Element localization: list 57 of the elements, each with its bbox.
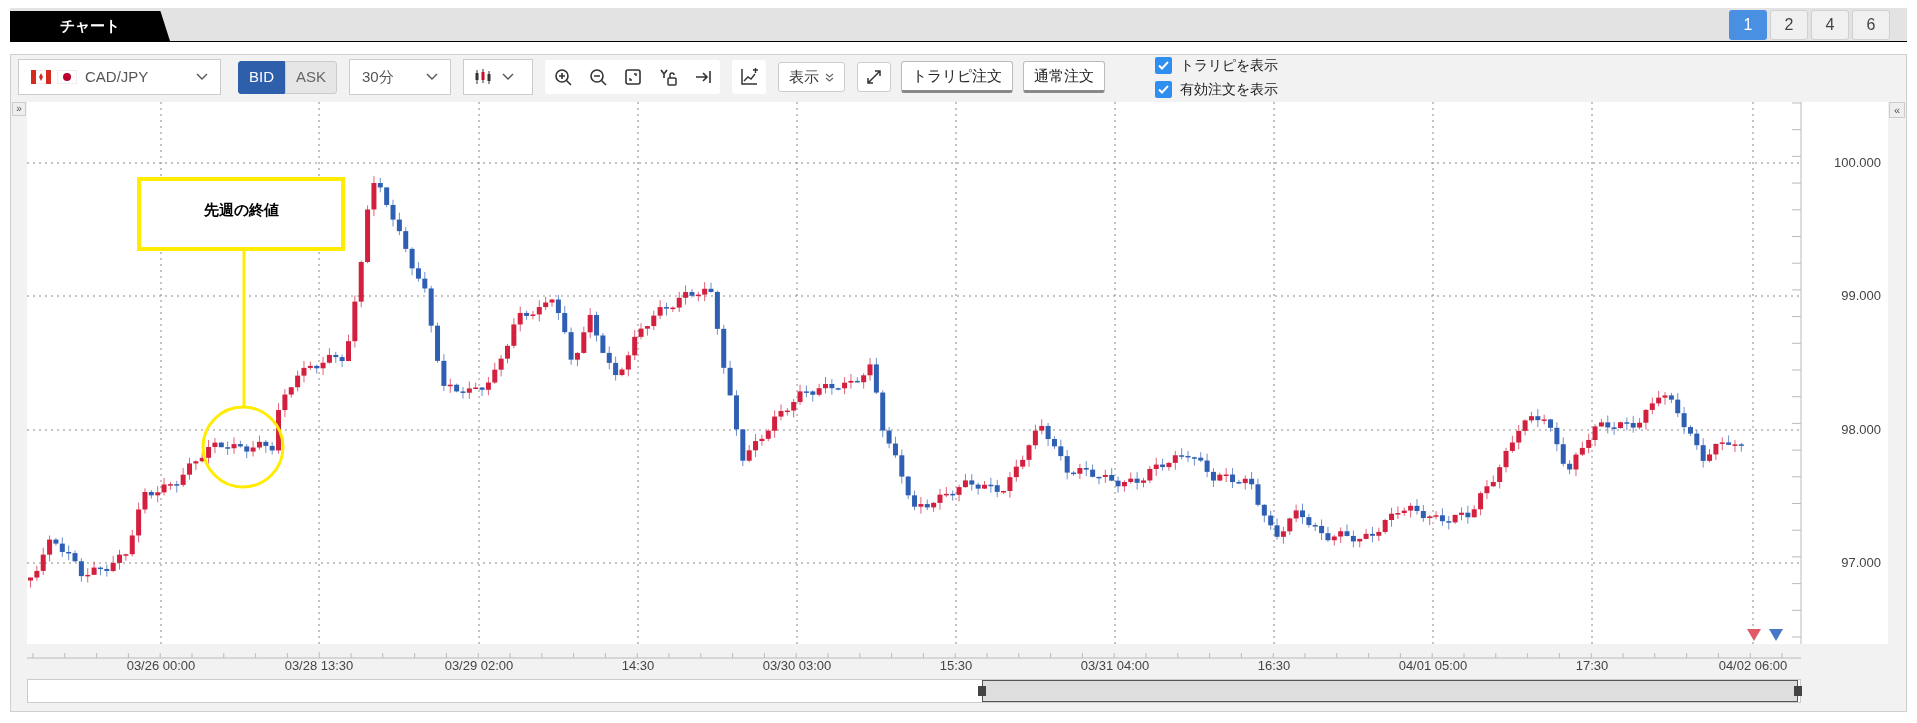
- time-label: 03/28 13:30: [283, 658, 355, 674]
- fit-icon: [623, 68, 642, 86]
- buy-marker-icon: [1769, 629, 1783, 641]
- time-label: 15:30: [938, 658, 974, 674]
- checkbox[interactable]: [1155, 80, 1173, 98]
- scroll-to-end-icon: [693, 68, 712, 86]
- time-label: 03/31 04:00: [1079, 658, 1151, 674]
- zoom-out-icon: [588, 68, 607, 86]
- time-label: 04/02 06:00: [1717, 658, 1789, 674]
- interval-dropdown[interactable]: 30分: [349, 59, 452, 95]
- price-label: 99.000: [1840, 288, 1881, 304]
- layout-button[interactable]: 2: [1770, 9, 1808, 40]
- indicator-button[interactable]: [732, 60, 767, 94]
- layout-button[interactable]: 4: [1811, 9, 1849, 40]
- caret-icon: [426, 73, 439, 81]
- chart-type-dropdown[interactable]: [463, 59, 534, 95]
- chart-tab[interactable]: チャート: [10, 11, 170, 41]
- time-label: 17:30: [1574, 658, 1610, 674]
- navigator-range[interactable]: [982, 680, 1798, 702]
- time-label: 14:30: [620, 658, 656, 674]
- time-label: 03/29 02:00: [443, 658, 515, 674]
- expand-icon: [866, 69, 883, 85]
- checkmark-icon: [1158, 60, 1170, 70]
- time-label: 16:30: [1256, 658, 1292, 674]
- caret-icon: [196, 73, 208, 81]
- checkbox-label: トラリピを表示: [1180, 55, 1279, 75]
- range-handle[interactable]: [1794, 686, 1802, 696]
- price-label: 97.000: [1840, 555, 1881, 571]
- double-caret-icon: [825, 72, 835, 82]
- order-button[interactable]: 通常注文: [1023, 61, 1106, 93]
- price-side-button[interactable]: BID: [238, 60, 285, 94]
- expand-left-button[interactable]: »: [12, 102, 26, 116]
- japan-flag-icon: [57, 70, 77, 84]
- time-label: 03/26 00:00: [125, 658, 197, 674]
- price-label: 98.000: [1840, 422, 1881, 438]
- caret-icon: [502, 73, 515, 81]
- chart-plus-icon: [740, 68, 759, 86]
- candlestick-icon: [474, 69, 493, 85]
- expand-right-button[interactable]: «: [1889, 102, 1905, 118]
- zoom-in-icon: [553, 68, 572, 86]
- sell-marker-icon: [1747, 629, 1761, 641]
- order-button[interactable]: トラリピ注文: [901, 61, 1014, 93]
- price-side-button[interactable]: ASK: [285, 60, 338, 94]
- display-button[interactable]: 表示: [778, 62, 846, 92]
- range-handle[interactable]: [978, 686, 986, 696]
- callout-label: 先週の終値: [202, 200, 280, 220]
- canada-flag-icon: [31, 70, 51, 84]
- checkmark-icon: [1158, 84, 1170, 94]
- y-axis-lock-icon: [658, 68, 677, 86]
- time-label: 04/01 05:00: [1397, 658, 1469, 674]
- layout-button[interactable]: 6: [1852, 9, 1890, 40]
- checkbox[interactable]: [1155, 56, 1173, 74]
- pair-dropdown[interactable]: CAD/JPY: [18, 59, 221, 95]
- price-label: 100.000: [1833, 155, 1881, 171]
- time-label: 03/30 03:00: [761, 658, 833, 674]
- checkbox-label: 有効注文を表示: [1180, 79, 1279, 99]
- expand-button[interactable]: [857, 62, 892, 92]
